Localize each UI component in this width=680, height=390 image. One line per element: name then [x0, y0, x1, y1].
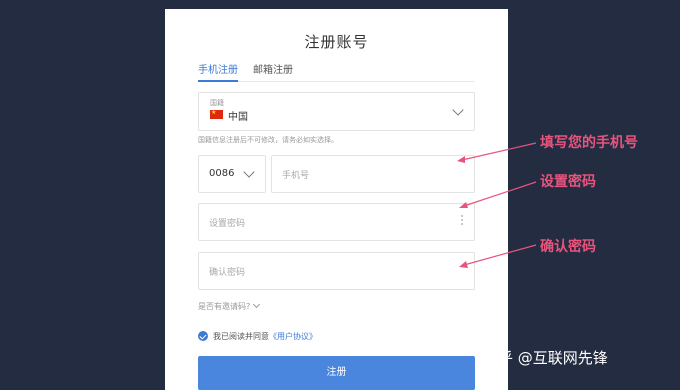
- annotation-arrows: [457, 142, 537, 268]
- phone-arrow-head: [457, 156, 465, 163]
- annotation-password: 设置密码: [540, 174, 596, 190]
- annotation-phone: 填写您的手机号: [540, 135, 638, 151]
- annotation-confirm: 确认密码: [540, 239, 596, 255]
- confirm-arrow-head: [459, 261, 468, 268]
- password-arrow: [463, 181, 537, 207]
- phone-arrow: [461, 142, 537, 161]
- password-arrow-head: [459, 202, 468, 208]
- watermark: 知乎 @互联网先锋: [483, 349, 608, 367]
- confirm-arrow: [463, 244, 537, 266]
